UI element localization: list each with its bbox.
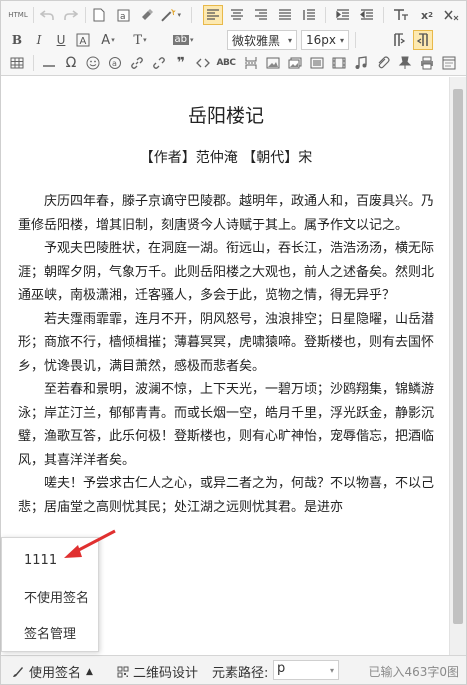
align-left-icon[interactable] xyxy=(203,5,223,25)
superscript-icon[interactable]: x2 xyxy=(417,5,437,25)
paragraph-direction-rtl-icon[interactable] xyxy=(413,30,433,50)
multi-image-icon[interactable] xyxy=(285,53,305,73)
font-border-icon[interactable]: A xyxy=(73,30,93,50)
quote-icon[interactable]: ❞ xyxy=(171,53,191,73)
paragraph: 若夫霪雨霏霏，连月不开，阴风怒号，浊浪排空；日星隐曜，山岳潜形；商旅不行，樯倾楫… xyxy=(18,311,435,374)
table-icon[interactable] xyxy=(7,53,27,73)
spellcheck-icon[interactable]: ABC xyxy=(215,53,237,73)
music-icon[interactable] xyxy=(351,53,371,73)
qrcode-design-button[interactable]: 二维码设计 xyxy=(117,662,198,681)
vertical-scrollbar[interactable] xyxy=(449,77,466,655)
page-break-icon[interactable] xyxy=(241,53,261,73)
caret-up-icon: ▲ xyxy=(86,666,93,677)
preview-icon[interactable] xyxy=(439,53,459,73)
font-family-select[interactable]: 微软雅黑 ▾ xyxy=(227,30,297,50)
use-signature-button[interactable]: 使用签名 ▲ xyxy=(11,662,93,681)
word-counter: 已输入463字0图 xyxy=(368,665,459,679)
document-meta: 【作者】范仲淹 【朝代】宋 xyxy=(139,150,313,166)
justify-icon[interactable] xyxy=(275,5,295,25)
align-right-icon[interactable] xyxy=(251,5,271,25)
font-color-icon[interactable]: A ▾ xyxy=(95,30,121,50)
toolbar-separator xyxy=(191,7,192,23)
outdent-icon[interactable] xyxy=(357,5,377,25)
bold-icon[interactable]: B xyxy=(7,30,27,50)
paragraph: 嗟夫！予尝求古仁人之心，或异二者之为，何哉？不以物喜，不以己悲；居庙堂之高则忧其… xyxy=(18,476,435,515)
insert-frame-icon[interactable] xyxy=(307,53,327,73)
qrcode-icon xyxy=(117,666,129,677)
underline-icon[interactable]: U xyxy=(51,30,71,50)
toolbar-separator xyxy=(85,7,86,23)
document-body: 庆历四年春，滕子京谪守巴陵郡。越明年，政通人和，百废具兴。乃重修岳阳楼，增其旧制… xyxy=(18,190,436,519)
toolbar-separator xyxy=(355,32,356,48)
magic-wand-icon[interactable]: ▾ xyxy=(161,5,181,25)
svg-text:A: A xyxy=(80,36,87,47)
toolbar-separator xyxy=(383,7,384,23)
format-brush-icon[interactable] xyxy=(137,5,157,25)
scrollbar-thumb[interactable] xyxy=(453,89,463,624)
background-color-icon[interactable]: ab ▾ xyxy=(165,30,201,50)
element-path-value: p xyxy=(277,661,286,676)
case-icon[interactable] xyxy=(391,5,411,25)
video-icon[interactable] xyxy=(329,53,349,73)
new-document-icon[interactable] xyxy=(89,5,109,25)
paste-text-icon[interactable]: a xyxy=(113,5,133,25)
signature-option-1111[interactable]: 1111 xyxy=(2,542,98,578)
anchor-icon[interactable]: a xyxy=(105,53,125,73)
map-pin-icon[interactable] xyxy=(395,53,415,73)
paragraph: 至若春和景明，波澜不惊，上下天光，一碧万顷；沙鸥翔集，锦鳞游泳；岸芷汀兰，郁郁青… xyxy=(18,382,435,468)
document-title: 岳阳楼记 xyxy=(187,105,264,127)
emoji-icon[interactable] xyxy=(83,53,103,73)
redo-icon[interactable] xyxy=(61,5,81,25)
paragraph: 予观夫巴陵胜状，在洞庭一湖。衔远山，吞长江，浩浩汤汤，横无际涯；朝晖夕阴，气象万… xyxy=(18,241,435,303)
line-spacing-icon[interactable] xyxy=(299,5,319,25)
italic-icon[interactable]: I xyxy=(29,30,49,50)
element-path-select[interactable]: p ▾ xyxy=(273,660,339,680)
svg-text:a: a xyxy=(120,12,126,22)
brush-icon xyxy=(13,666,23,677)
html-icon[interactable]: HTML xyxy=(7,5,29,25)
text-format-icon[interactable]: T ▾ xyxy=(127,30,153,50)
attachment-icon[interactable] xyxy=(373,53,393,73)
no-signature-option[interactable]: 不使用签名 xyxy=(2,578,98,614)
subscript-icon[interactable] xyxy=(441,5,461,25)
use-signature-label: 使用签名 xyxy=(29,666,82,681)
unlink-icon[interactable] xyxy=(149,53,169,73)
paragraph-direction-ltr-icon[interactable] xyxy=(389,30,409,50)
link-icon[interactable] xyxy=(127,53,147,73)
image-icon[interactable] xyxy=(263,53,283,73)
indent-icon[interactable] xyxy=(333,5,353,25)
font-size-select[interactable]: 16px ▾ xyxy=(301,30,349,50)
print-icon[interactable] xyxy=(417,53,437,73)
editor-toolbar: HTML a ▾ x 2 B I U A A ▾ T ▾ ab ▾ 微软雅黑 ▾… xyxy=(1,1,466,76)
toolbar-separator xyxy=(33,55,34,71)
horizontal-line-icon[interactable] xyxy=(39,53,59,73)
signature-popup-menu: 1111 不使用签名 签名管理 xyxy=(1,537,99,652)
qrcode-design-label: 二维码设计 xyxy=(133,666,199,681)
status-bar: 使用签名 ▲ 二维码设计 元素路径: p ▾ 已输入463字0图 xyxy=(1,655,466,684)
toolbar-separator xyxy=(325,7,326,23)
toolbar-separator xyxy=(33,7,34,23)
align-center-icon[interactable] xyxy=(227,5,247,25)
undo-icon[interactable] xyxy=(37,5,57,25)
code-icon[interactable] xyxy=(193,53,213,73)
chevron-down-icon: ▾ xyxy=(329,666,334,675)
svg-text:a: a xyxy=(112,59,117,68)
signature-manage-option[interactable]: 签名管理 xyxy=(2,614,98,650)
special-char-icon[interactable]: Ω xyxy=(61,53,81,73)
paragraph: 庆历四年春，滕子京谪守巴陵郡。越明年，政通人和，百废具兴。乃重修岳阳楼，增其旧制… xyxy=(18,194,435,233)
element-path-label: 元素路径: xyxy=(212,666,269,681)
